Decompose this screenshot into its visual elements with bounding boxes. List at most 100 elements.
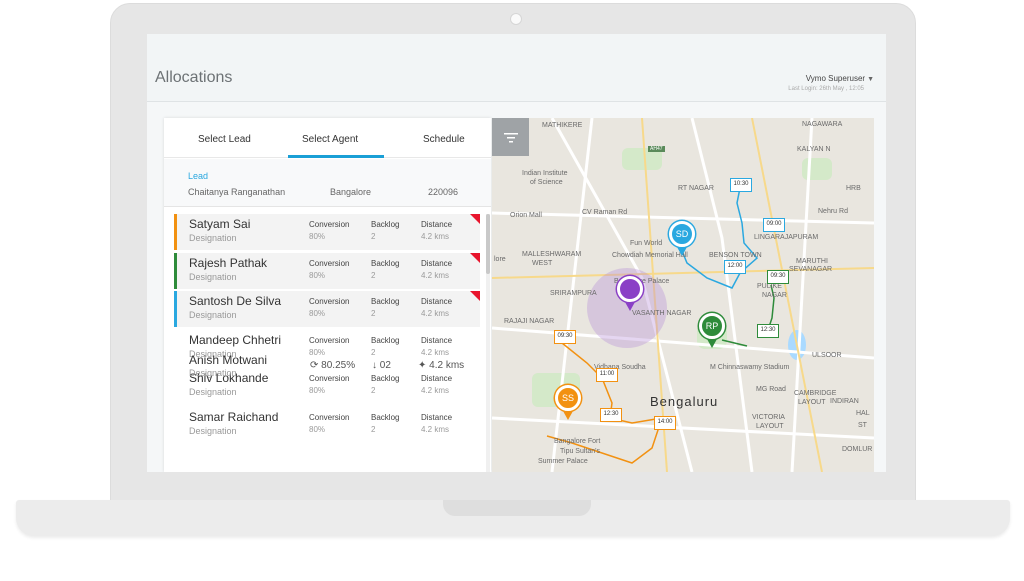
agent-map-marker[interactable] [617,276,643,302]
agent-map-marker[interactable]: SD [669,221,695,247]
time-badge[interactable]: 09:30 [554,330,576,344]
laptop-frame: Allocations Vymo Superuser ▼ Last Login: … [0,0,1024,581]
map-label: MATHIKERE [542,122,583,129]
map-label: Summer Palace [538,458,588,465]
map-view[interactable]: MATHIKERE NAGAWARA KALYAN N Indian Institut… [492,118,874,472]
time-badge[interactable]: 12:30 [600,408,622,422]
backlog-value: 2 [371,232,376,241]
distance-header: Distance [421,297,453,307]
backlog-header: Backlog [371,413,400,422]
map-label: SEVANAGAR [789,266,833,273]
conversion-header: Conversion [309,297,350,307]
map-label: M Chinnaswamy Stadium [710,364,790,371]
agent-name: Santosh De Silva [189,294,282,309]
last-login: Last Login: 26th May , 12:05 [788,86,864,92]
map-label: PULIKE [757,283,782,290]
distance-header: Distance [421,220,453,229]
time-badge[interactable]: 12:30 [757,324,779,338]
time-badge[interactable]: 10:30 [730,178,752,192]
agent-name: Rajesh Pathak [189,255,268,270]
distance-value: 4.2 kms [421,232,450,241]
map-label: Bangalore Fort [554,438,601,445]
map-label: MARUTHI [796,258,828,265]
conversion-header: Conversion [309,335,350,345]
tab-select-agent[interactable]: Select Agent [302,134,358,145]
map-label: NAGAWARA [802,121,843,128]
map-label: ST [858,422,867,429]
lead-pincode: 220096 [428,187,459,197]
scrollbar-thumb[interactable] [486,214,490,274]
agent-row[interactable]: Samar Raichand Designation Conversion 80% Ba… [174,407,480,443]
backlog-header: Backlog [371,297,400,307]
agent-designation: Designation [189,233,237,243]
backlog-value: 2 [371,425,376,434]
conversion-header: Conversion [309,413,350,422]
map-label: LINGARAJAPURAM [754,234,819,241]
distance-value: 4.2 kms [421,425,450,434]
conversion-value: 80% [309,386,326,396]
agent-row-last[interactable]: Anish Motwani Designation ⟳ 80.25% ↓ 02 … [174,353,480,383]
map-label: ULSOOR [812,352,842,359]
user-name: Vymo Superuser [805,74,866,83]
agent-name: Satyam Sai [189,217,251,231]
time-badge[interactable]: 11:00 [596,368,618,382]
agent-row[interactable]: Santosh De Silva Designation Conversion 80%… [174,291,480,328]
backlog-value: 2 [371,386,376,396]
time-badge[interactable]: 09:30 [767,270,789,284]
map-label: MALLESHWARAM [522,251,582,258]
map-label: LAYOUT [798,399,826,406]
tab-select-lead[interactable]: Select Lead [198,134,251,145]
laptop-notch [443,500,591,516]
flag-icon [470,214,480,224]
map-label: LAYOUT [756,423,784,430]
map-label: Orion Mall [510,212,542,219]
backlog-header: Backlog [371,220,400,229]
agent-map-marker[interactable]: SS [555,385,581,411]
conversion-stat: ⟳ 80.25% [310,360,355,371]
agent-row[interactable]: Satyam Sai Designation Conversion 80% Backlo… [174,214,480,250]
map-label: BENSON TOWN [709,252,762,259]
user-menu[interactable]: Vymo Superuser ▼ [806,74,874,83]
park-area [802,158,832,180]
map-label: HRB [846,185,861,192]
time-badge[interactable]: 14:00 [654,416,676,430]
conversion-value: 80% [309,309,326,319]
map-label: WEST [532,260,553,267]
map-label: CAMBRIDGE [794,390,837,397]
agent-row[interactable]: Rajesh Pathak Designation Conversion 80% Bac… [174,252,480,289]
lead-summary: Lead Chaitanya Ranganathan Bangalore 220… [164,159,491,207]
distance-value: 4.2 kms [429,360,465,371]
agent-name: Samar Raichand [189,410,279,424]
distance-value: 4.2 kms [421,309,450,319]
agent-map-marker[interactable]: RP [699,313,725,339]
distance-header: Distance [421,258,453,268]
filter-button[interactable] [492,118,529,156]
lead-city: Bangalore [330,187,372,197]
agent-designation: Designation [189,426,237,436]
conversion-value: 80% [309,425,326,434]
map-label: VASANTH NAGAR [632,310,692,317]
map-label: DOMLUR [842,446,873,453]
backlog-value: 2 [371,270,376,280]
time-badge[interactable]: 09:00 [763,218,785,232]
lead-label: Lead [188,171,209,181]
map-label: lore [494,256,506,263]
time-badge[interactable]: 12:00 [724,260,746,274]
map-label: Bengaluru [650,394,719,409]
compass-icon: ✦ [418,360,427,371]
caret-down-icon: ▼ [867,76,874,83]
active-tab-indicator [288,155,384,158]
map-label: AH47 [648,146,665,152]
backlog-stat: ↓ 02 [372,360,391,371]
backlog-header: Backlog [371,335,400,345]
camera-icon [510,13,522,25]
map-label: RT NAGAR [678,185,714,192]
tab-schedule[interactable]: Schedule [423,134,465,145]
map-label: CV Raman Rd [582,209,628,216]
marker-pin-tip [625,302,635,311]
map-label: Tipu Sultan's [560,448,600,455]
distance-header: Distance [421,413,453,422]
map-label: of Science [530,179,563,186]
refresh-icon: ⟳ [310,360,319,371]
agent-name: Mandeep Chhetri [189,332,282,347]
